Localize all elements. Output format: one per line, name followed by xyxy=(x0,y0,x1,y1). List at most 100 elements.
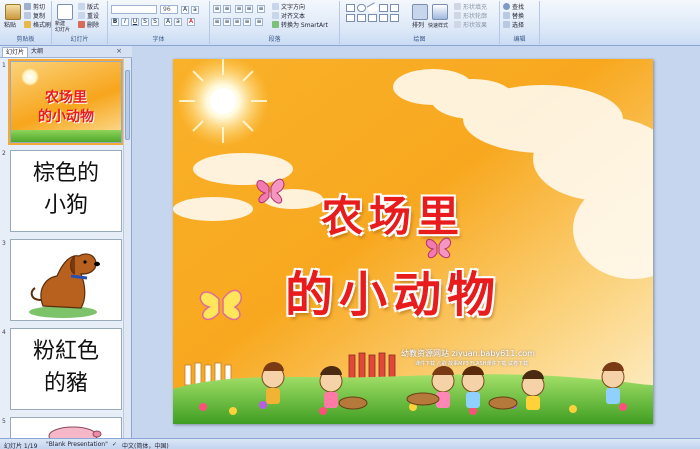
shape-oval[interactable] xyxy=(357,4,366,12)
format-painter-button[interactable]: 格式刷 xyxy=(24,21,51,30)
slide-thumb-5[interactable] xyxy=(10,417,122,439)
italic-button[interactable]: I xyxy=(121,18,129,26)
paste-icon[interactable] xyxy=(5,4,21,20)
increase-indent-button[interactable]: ≡ xyxy=(245,5,253,13)
shape-line[interactable] xyxy=(366,2,379,14)
thumb-text-line2: 小狗 xyxy=(43,193,88,218)
bullets-button[interactable]: ≡ xyxy=(213,5,221,13)
font-label: 字体 xyxy=(152,36,165,43)
thumb-text-line1: 粉紅色 xyxy=(32,339,99,364)
font-name-dropdown[interactable] xyxy=(111,5,157,14)
underline-button[interactable]: U xyxy=(131,18,139,26)
reset-button[interactable]: 重设 xyxy=(78,12,99,21)
shape-rectangle[interactable] xyxy=(346,4,355,12)
grow-font-button[interactable]: A xyxy=(181,6,189,14)
smartart-icon xyxy=(272,21,279,28)
slides-group: 新建 幻灯片 版式 重设 删除 幻灯片 xyxy=(52,1,108,44)
decrease-indent-button[interactable]: ≡ xyxy=(235,5,243,13)
quick-styles-icon[interactable] xyxy=(432,4,448,20)
sun-icon xyxy=(21,68,39,86)
shrink-font-button[interactable]: a xyxy=(191,6,199,14)
tab-outline[interactable]: 大纲 xyxy=(28,47,46,57)
drawing-group: 排列 快速样式 形状填充 形状轮廓 形状效果 绘图 xyxy=(340,1,500,44)
shape-curve[interactable] xyxy=(390,14,399,22)
align-center-button[interactable]: ≡ xyxy=(223,18,231,26)
replace-button[interactable]: 替换 xyxy=(503,12,524,21)
brush-icon xyxy=(24,21,31,28)
arrange-icon[interactable] xyxy=(412,4,428,20)
fill-icon xyxy=(454,3,461,10)
shape-effects-button[interactable]: 形状效果 xyxy=(454,21,487,30)
paste-button[interactable]: 粘贴 xyxy=(4,22,16,30)
new-slide-icon[interactable] xyxy=(57,4,73,20)
quick-styles-button[interactable]: 快速样式 xyxy=(428,22,448,30)
ribbon: 粘贴 剪切 复制 格式刷 剪贴板 新建 幻灯片 版式 重设 删除 幻灯片 96 … xyxy=(0,0,700,46)
find-icon xyxy=(503,3,510,10)
theme-name: "Blank Presentation" xyxy=(46,441,108,448)
text-direction-button[interactable]: 文字方向 xyxy=(272,3,305,12)
shape-star[interactable] xyxy=(368,14,377,22)
thumb-text-line1: 棕色的 xyxy=(32,161,99,186)
cut-button[interactable]: 剪切 xyxy=(24,3,45,12)
font-color-button[interactable]: A xyxy=(187,18,195,26)
slide-counter: 幻灯片 1/19 xyxy=(4,443,38,449)
shape-fill-button[interactable]: 形状填充 xyxy=(454,3,487,12)
reset-icon xyxy=(78,12,85,19)
slide-thumb-3[interactable] xyxy=(10,239,122,321)
delete-button[interactable]: 删除 xyxy=(78,21,99,30)
grass-strip xyxy=(11,130,121,142)
spell-check-icon[interactable]: ✓ xyxy=(112,441,117,448)
arrange-button[interactable]: 排列 xyxy=(412,22,424,30)
line-spacing-button[interactable]: ≡ xyxy=(257,5,265,13)
shape-triangle[interactable] xyxy=(390,4,399,12)
font-size-dropdown[interactable]: 96 xyxy=(160,5,178,14)
shape-callout[interactable] xyxy=(379,14,388,22)
slide-number: 2 xyxy=(2,150,6,157)
select-icon xyxy=(503,21,510,28)
slide-thumb-4[interactable]: 粉紅色 的豬 xyxy=(10,328,122,410)
shape-outline-button[interactable]: 形状轮廓 xyxy=(454,12,487,21)
slide-title-line1[interactable]: 农场里 xyxy=(321,183,465,244)
copy-icon xyxy=(24,12,31,19)
layout-button[interactable]: 版式 xyxy=(78,3,99,12)
slide-thumb-1[interactable]: 农场里 的小动物 xyxy=(8,59,124,145)
smartart-button[interactable]: 转换为 SmartArt xyxy=(272,21,328,30)
thumb-title-line2: 的小动物 xyxy=(38,109,94,125)
shadow-button[interactable]: S xyxy=(151,18,159,26)
pig-illustration xyxy=(48,426,102,438)
clipboard-group: 粘贴 剪切 复制 格式刷 剪贴板 xyxy=(0,1,52,44)
slide-canvas[interactable]: 农场里 的小动物 幼教资源网站 ziyuan.baby611.com 课件下载 … xyxy=(173,59,653,424)
shape-brace[interactable] xyxy=(357,14,366,22)
watermark-sub: 课件下载 儿歌 故事MP3 FLASH课件下载 试卷下载 xyxy=(415,361,528,367)
justify-button[interactable]: ≡ xyxy=(243,18,251,26)
scrollbar-thumb[interactable] xyxy=(125,70,130,140)
close-panel-icon[interactable]: × xyxy=(116,47,122,55)
slide-title-line2[interactable]: 的小动物 xyxy=(285,255,501,325)
change-case-button[interactable]: a xyxy=(174,18,182,26)
spacing-button[interactable]: A xyxy=(164,18,172,26)
numbering-button[interactable]: ≡ xyxy=(223,5,231,13)
align-text-icon xyxy=(272,12,279,19)
align-text-button[interactable]: 对齐文本 xyxy=(272,12,305,21)
copy-button[interactable]: 复制 xyxy=(24,12,45,21)
slide-thumb-2[interactable]: 棕色的 小狗 xyxy=(10,150,122,232)
replace-icon xyxy=(503,12,510,19)
language-indicator[interactable]: 中文(简体，中国) xyxy=(122,441,169,449)
paragraph-group: ≡ ≡ ≡ ≡ ≡ ≡ ≡ ≡ ≡ ≡ 文字方向 对齐文本 转换为 SmartA… xyxy=(210,1,340,44)
new-slide-button[interactable]: 新建 幻灯片 xyxy=(55,21,70,33)
align-right-button[interactable]: ≡ xyxy=(233,18,241,26)
shape-arrow[interactable] xyxy=(379,4,388,12)
scissors-icon xyxy=(24,3,31,10)
thumb-title-line1: 农场里 xyxy=(45,90,87,106)
text-direction-icon xyxy=(272,3,279,10)
find-button[interactable]: 查找 xyxy=(503,3,524,12)
bold-button[interactable]: B xyxy=(111,18,119,26)
align-left-button[interactable]: ≡ xyxy=(213,18,221,26)
columns-button[interactable]: ≡ xyxy=(255,18,263,26)
panel-scrollbar[interactable] xyxy=(123,58,131,438)
tab-slides[interactable]: 幻灯片 xyxy=(2,47,29,57)
strikethrough-button[interactable]: S xyxy=(141,18,149,26)
shapes-gallery[interactable] xyxy=(346,2,406,32)
select-button[interactable]: 选择 xyxy=(503,21,524,30)
shape-pentagon[interactable] xyxy=(346,14,355,22)
